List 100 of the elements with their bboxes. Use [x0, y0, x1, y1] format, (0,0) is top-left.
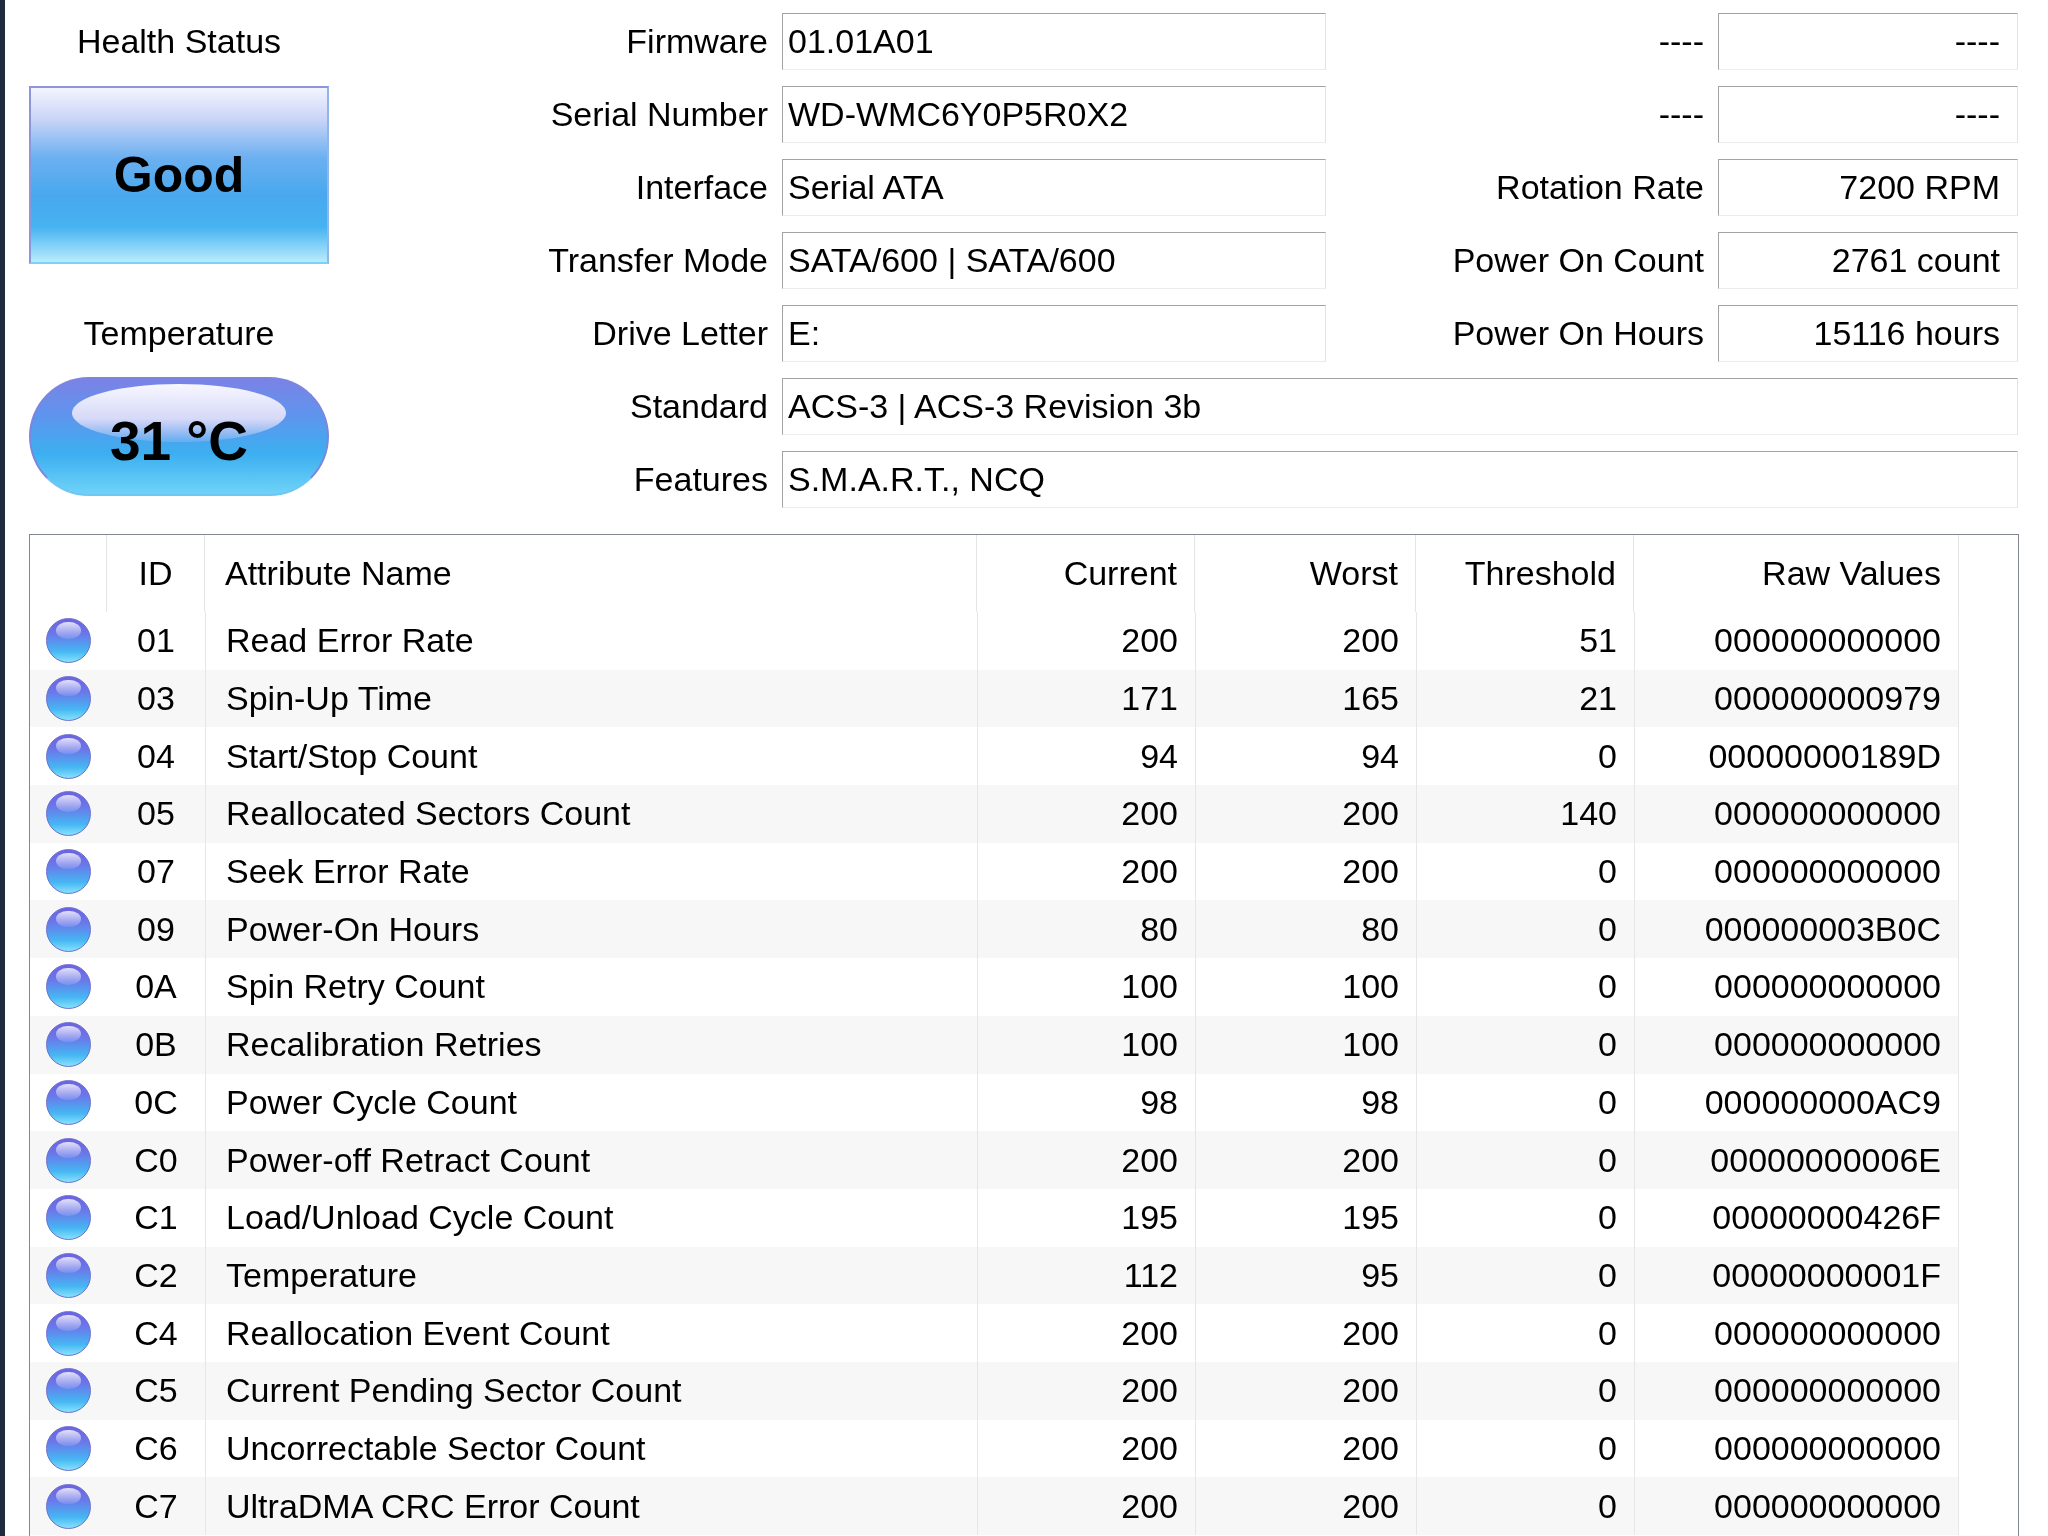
- table-cell-text: C0: [133, 1139, 179, 1181]
- table-cell: 100: [977, 958, 1195, 1016]
- status-dot-icon: [46, 906, 91, 952]
- info-label: Power On Hours: [1451, 313, 1704, 354]
- table-cell: Recalibration Retries: [205, 1015, 977, 1074]
- table-cell: Reallocated Sectors Count: [205, 785, 977, 843]
- table-cell: 000000000000: [1634, 1304, 1959, 1362]
- table-cell: UltraDMA CRC Error Count: [205, 1477, 977, 1535]
- table-cell-text: C6: [133, 1427, 179, 1469]
- status-dot-icon: [46, 618, 91, 664]
- info-label: Transfer Mode: [547, 240, 768, 281]
- info-label: Power On Count: [1451, 240, 1704, 281]
- status-dot-icon: [46, 1310, 91, 1356]
- table-cell: 200: [1195, 1304, 1416, 1362]
- table-cell: Reallocation Event Count: [205, 1304, 977, 1362]
- table-cell: 200: [977, 1477, 1195, 1535]
- table-cell: 200: [977, 1361, 1195, 1420]
- table-row[interactable]: C0 Power-off Retract Count 200 200 0 00000000006E: [30, 1131, 1959, 1189]
- table-cell: 000000000000: [1634, 1477, 1959, 1535]
- table-cell-text: 09: [136, 908, 176, 950]
- table-cell: 000000000000: [1634, 612, 1959, 670]
- table-row[interactable]: C2 Temperature 112 95 0 00000000001F: [30, 1246, 1959, 1305]
- status-dot-icon: [46, 1252, 91, 1298]
- table-cell-text: 07: [136, 851, 176, 893]
- table-cell: 00000000426F: [1634, 1188, 1959, 1247]
- table-row[interactable]: C7 UltraDMA CRC Error Count 200 200 0 000000000000: [30, 1477, 1959, 1535]
- table-cell: 00000000006E: [1634, 1131, 1959, 1189]
- health-status-label: Health Status: [76, 21, 282, 62]
- table-cell-text: C1: [133, 1197, 179, 1239]
- table-cell: 140: [1416, 785, 1634, 843]
- table-cell-text: 03: [136, 678, 176, 720]
- info-field: 01.01A01: [782, 13, 1326, 70]
- info-field: 2761 count: [1718, 232, 2018, 289]
- table-cell: Read Error Rate: [205, 612, 977, 670]
- table-cell: 0: [1416, 1304, 1634, 1362]
- info-field: E:: [782, 305, 1326, 362]
- info-label: Rotation Rate: [1495, 167, 1704, 208]
- table-row[interactable]: 09 Power-On Hours 80 80 0 000000003B0C: [30, 900, 1959, 959]
- table-cell: Spin Retry Count: [205, 958, 977, 1016]
- status-dot-icon: [46, 791, 91, 837]
- table-cell: 0: [1416, 1361, 1634, 1420]
- table-cell: 000000000000: [1634, 785, 1959, 843]
- status-dot-icon: [46, 1368, 91, 1414]
- table-cell: Load/Unload Cycle Count: [205, 1188, 977, 1247]
- table-cell-text: 0A: [134, 966, 178, 1008]
- table-cell: 200: [977, 1131, 1195, 1189]
- table-cell-text: C2: [133, 1254, 179, 1296]
- table-cell: 200: [977, 785, 1195, 843]
- table-row[interactable]: 0B Recalibration Retries 100 100 0 000000000000: [30, 1015, 1959, 1074]
- info-field: 7200 RPM: [1718, 159, 2018, 216]
- info-label: ----: [1657, 94, 1704, 135]
- info-field: S.M.A.R.T., NCQ: [782, 451, 2018, 508]
- info-label: Serial Number: [549, 94, 768, 135]
- table-cell: 200: [1195, 1131, 1416, 1189]
- status-dot-icon: [46, 676, 91, 722]
- table-cell: 000000000000: [1634, 1361, 1959, 1420]
- table-cell-text: C5: [133, 1370, 179, 1412]
- table-cell: Current Pending Sector Count: [205, 1361, 977, 1420]
- table-cell: 200: [1195, 1477, 1416, 1535]
- status-dot-icon: [46, 1195, 91, 1241]
- status-dot-icon: [46, 849, 91, 895]
- status-dot-icon: [46, 1137, 91, 1183]
- info-field: ----: [1718, 13, 2018, 70]
- temperature-button[interactable]: 31 °C: [29, 377, 329, 496]
- table-row[interactable]: C5 Current Pending Sector Count 200 200 0 000000000000: [30, 1361, 1959, 1420]
- status-dot-icon: [46, 1022, 91, 1068]
- info-field: ----: [1718, 86, 2018, 143]
- table-cell: 000000000000: [1634, 958, 1959, 1016]
- table-cell-text: 01: [136, 620, 176, 662]
- info-field: Serial ATA: [782, 159, 1326, 216]
- health-status-button[interactable]: Good: [29, 86, 329, 264]
- info-label: Standard: [629, 386, 768, 427]
- table-row[interactable]: 03 Spin-Up Time 171 165 21 000000000979: [30, 669, 1959, 728]
- table-cell: 200: [977, 612, 1195, 670]
- table-cell: 0: [1416, 1477, 1634, 1535]
- status-dot-icon: [46, 1079, 91, 1125]
- table-cell-text: 05: [136, 793, 176, 835]
- info-label: ----: [1657, 21, 1704, 62]
- table-cell-text: 0B: [134, 1024, 178, 1066]
- table-cell-text: 0C: [133, 1081, 179, 1123]
- table-cell: Power-off Retract Count: [205, 1131, 977, 1189]
- table-cell: 0: [1416, 958, 1634, 1016]
- info-label: Firmware: [625, 21, 768, 62]
- table-cell: 200: [977, 1304, 1195, 1362]
- info-field: ACS-3 | ACS-3 Revision 3b: [782, 378, 2018, 435]
- status-dot-icon: [46, 733, 91, 779]
- table-cell: 0: [1416, 1188, 1634, 1247]
- info-label: Drive Letter: [591, 313, 768, 354]
- status-dot-icon: [46, 964, 91, 1010]
- table-cell: 000000000000: [1634, 1015, 1959, 1074]
- info-label: Interface: [634, 167, 768, 208]
- table-row[interactable]: 05 Reallocated Sectors Count 200 200 140 000000000000: [30, 785, 1959, 843]
- status-dot-icon: [46, 1483, 91, 1529]
- table-cell: 200: [1195, 1361, 1416, 1420]
- temperature-label: Temperature: [83, 313, 275, 354]
- table-cell: 195: [1195, 1188, 1416, 1247]
- table-cell: 0: [1416, 1131, 1634, 1189]
- table-cell: 100: [1195, 958, 1416, 1016]
- info-field: SATA/600 | SATA/600: [782, 232, 1326, 289]
- table-cell-text: 04: [136, 735, 176, 777]
